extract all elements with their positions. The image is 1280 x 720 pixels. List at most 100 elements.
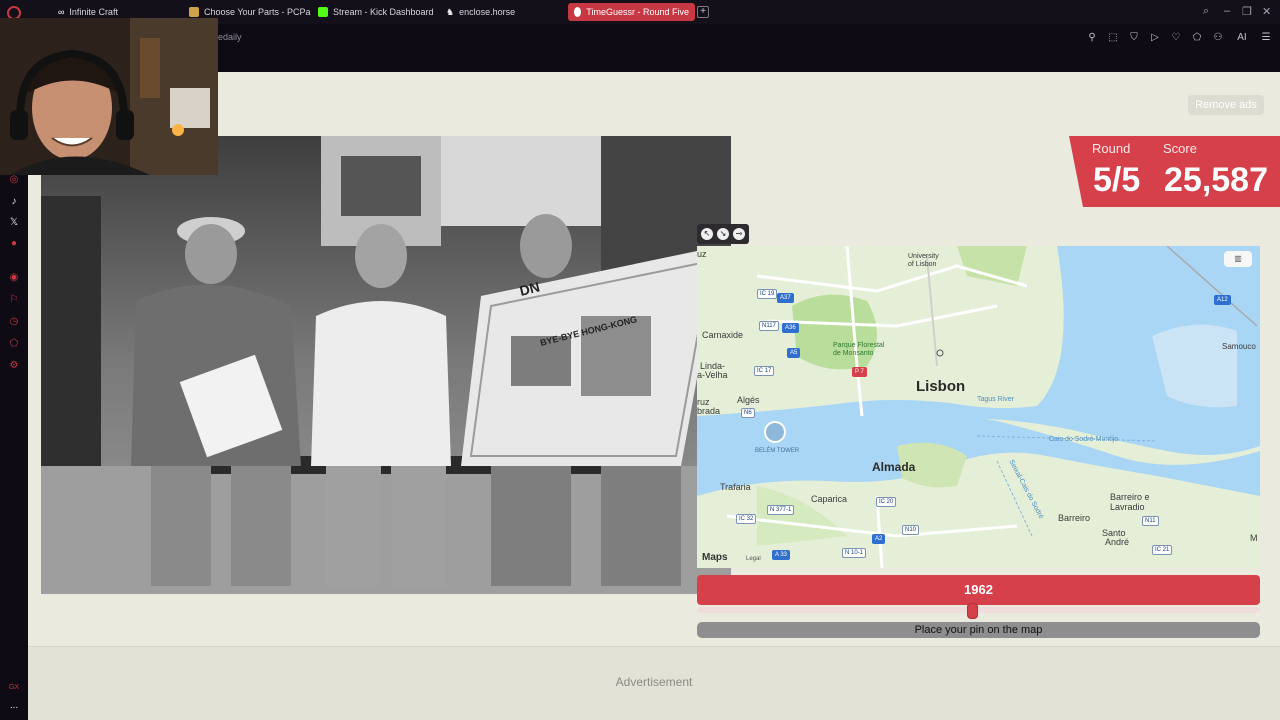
advertisement-label: Advertisement: [615, 675, 693, 689]
map-label-lisbon: Lisbon: [916, 378, 966, 395]
tiktok-icon[interactable]: ♪: [8, 196, 20, 208]
road-shield-a37: A37: [777, 293, 794, 303]
expand-nw-icon[interactable]: ↖: [701, 228, 713, 240]
bookmark-icon[interactable]: ⚐: [8, 294, 20, 306]
tab-title: Stream - Kick Dashboard: [333, 7, 434, 17]
snapshot-icon[interactable]: ⬚: [1107, 32, 1119, 43]
score-value: 25,587: [1164, 161, 1268, 199]
webcam-illustration: [0, 18, 218, 175]
photo-illustration: DN BYE-BYE HONG-KONG: [41, 136, 731, 594]
year-display: 1962: [697, 575, 1260, 605]
road-shield-n117: N117: [759, 321, 779, 331]
road-shield-n377-1: N 377-1: [767, 505, 795, 515]
road-shield-a33: A 33: [772, 550, 791, 560]
map-label-a-velha: a-Velha: [697, 370, 728, 380]
tab-kick-dashboard[interactable]: Stream - Kick Dashboard: [312, 3, 440, 21]
search-icon[interactable]: ⌕: [1203, 5, 1209, 18]
player-icon[interactable]: ◉: [8, 272, 20, 284]
play-icon[interactable]: ▷: [1149, 32, 1161, 43]
map-label-barreiro: Barreiro: [1058, 513, 1091, 523]
road-shield-a12: A12: [1214, 295, 1231, 305]
toolbar-icons: ⚲ ⬚ ⛉ ▷ ♡ ⬠ ⚇ AI ☰: [1086, 32, 1272, 43]
pcpartpicker-icon: [189, 7, 199, 17]
map-label-tagus-river: Tagus River: [977, 396, 1014, 403]
menu-icon[interactable]: ☰: [1260, 32, 1272, 43]
more-icon[interactable]: ...: [8, 700, 20, 712]
road-shield-a2: A2: [872, 534, 886, 544]
score-label: Score: [1163, 141, 1197, 156]
map-label-belem-tower: BELÉM TOWER: [755, 448, 800, 454]
road-shield-n10: N10: [902, 525, 920, 535]
minimize-icon[interactable]: –: [1224, 5, 1230, 17]
history-icon[interactable]: ◷: [8, 316, 20, 328]
ai-button[interactable]: AI: [1233, 32, 1251, 43]
settings-gear-icon[interactable]: ⚙: [8, 360, 20, 372]
map-label-barreiro-lavradio-1: Barreiro e: [1110, 492, 1150, 502]
new-tab-button[interactable]: +: [697, 6, 709, 18]
screen: ∞ Infinite Craft Choose Your Parts - PCP…: [0, 0, 1280, 720]
heart-icon[interactable]: ♡: [1170, 32, 1182, 43]
map-label-parque-1: Parque Florestal: [833, 342, 885, 349]
gx-label[interactable]: GX: [8, 682, 20, 694]
round-value: 5/5: [1093, 161, 1141, 199]
road-shield-n6: N6: [741, 408, 755, 418]
round-label: Round: [1092, 141, 1131, 156]
road-shield-ic21: IC 21: [1152, 545, 1173, 555]
road-shield-a5: A5: [787, 348, 801, 358]
extensions-sidebar-icon[interactable]: ⬠: [8, 338, 20, 350]
map-label-edge-uz: uz: [697, 249, 707, 259]
apple-maps-logo: Maps: [702, 552, 728, 563]
tab-title: TimeGuessr - Round Five: [586, 7, 689, 17]
streamer-webcam: [0, 18, 218, 175]
globe-icon: [574, 7, 582, 17]
map-label-almada: Almada: [872, 460, 916, 474]
shield-icon[interactable]: ⛉: [1128, 32, 1140, 43]
remove-ads-button[interactable]: Remove ads: [1188, 95, 1264, 115]
map-label-barreiro-lavradio-2: Lavradio: [1110, 502, 1145, 512]
road-shield-a36: A36: [782, 323, 799, 333]
map-label-parque-2: de Monsanto: [833, 350, 874, 357]
infinity-icon: ∞: [58, 7, 65, 17]
map-label-brada: brada: [697, 406, 721, 416]
tab-title: enclose.horse: [459, 7, 516, 17]
map-label-university-1: University: [908, 253, 939, 260]
map-label-caparica: Caparica: [811, 494, 848, 504]
road-shield-ic19: IC 19: [757, 289, 778, 299]
pin-icon[interactable]: ⚲: [1086, 32, 1098, 43]
year-slider-thumb[interactable]: [967, 603, 979, 619]
map-resize-controls: ↖ ↘ ⊸: [697, 224, 749, 244]
close-icon[interactable]: ✕: [1262, 5, 1271, 18]
map-label-alges: Algés: [737, 395, 760, 405]
guess-map[interactable]: Lisbon Almada Carnaxide Linda- a-Velha A…: [697, 246, 1260, 568]
pin-map-icon[interactable]: ⊸: [733, 228, 745, 240]
place-pin-button[interactable]: Place your pin on the map: [697, 622, 1260, 638]
profile-icon[interactable]: ⚇: [1212, 32, 1224, 43]
map-label-edge-m: M: [1250, 533, 1258, 543]
extensions-icon[interactable]: ⬠: [1191, 32, 1203, 43]
map-layers-button[interactable]: ▥: [1224, 251, 1252, 267]
map-label-santo-andre-2: André: [1105, 537, 1130, 547]
horse-icon: ♞: [446, 6, 455, 17]
kick-icon: [318, 7, 328, 17]
map-label-samouco: Samouco: [1222, 342, 1256, 351]
expand-se-icon[interactable]: ↘: [717, 228, 729, 240]
map-label-cais-montijo: Cais do Sodré-Montijo: [1049, 436, 1119, 443]
x-icon[interactable]: 𝕏: [8, 217, 20, 229]
tab-timeguessr[interactable]: TimeGuessr - Round Five: [568, 3, 695, 21]
year-slider-track[interactable]: [697, 607, 1260, 613]
round-photo: DN BYE-BYE HONG-KONG: [41, 136, 731, 594]
tab-title: Choose Your Parts - PCPa: [204, 7, 311, 17]
instagram-icon[interactable]: ◎: [8, 174, 20, 186]
road-shield-p7: P 7: [852, 367, 867, 377]
tab-title: Infinite Craft: [69, 7, 118, 17]
road-shield-ic17: IC 17: [754, 366, 775, 376]
road-shield-n10-1: N 10-1: [842, 548, 867, 558]
music-icon[interactable]: ●: [8, 238, 20, 250]
map-label-carnaxide: Carnaxide: [702, 330, 744, 340]
maximize-icon[interactable]: ❐: [1242, 5, 1252, 18]
tab-enclose-horse[interactable]: ♞ enclose.horse: [440, 3, 521, 21]
address-bar[interactable]: edaily: [218, 32, 242, 42]
round-score-panel: Round Score 5/5 25,587: [1069, 136, 1280, 207]
map-legal-link[interactable]: Legal: [746, 556, 761, 562]
road-shield-n11: N11: [1142, 516, 1159, 526]
